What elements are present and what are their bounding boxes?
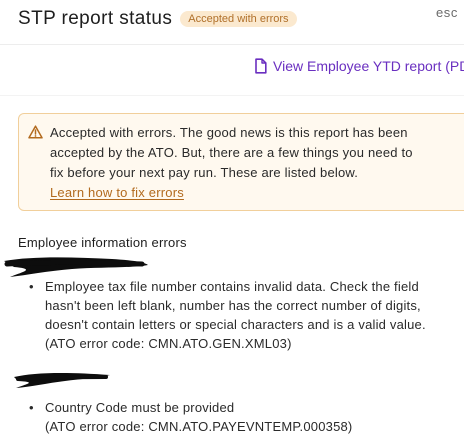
page-title: STP report status [18, 8, 173, 29]
header: STP report status Accepted with errors [18, 6, 464, 32]
alert-message: Accepted with errors. The good news is t… [50, 123, 464, 203]
alert-line: Accepted with errors. The good news is t… [50, 125, 408, 140]
bullet: • [29, 279, 34, 294]
employee-information-errors-heading: Employee information errors [18, 235, 187, 250]
learn-how-to-fix-errors-link[interactable]: Learn how to fix errors [50, 183, 184, 203]
alert-line: accepted by the ATO. But, there are a fe… [50, 145, 413, 160]
error-line: Country Code must be provided [45, 400, 235, 415]
esc-close-button[interactable]: esc [436, 5, 458, 20]
ytd-report-label: View Employee YTD report (PD [273, 58, 464, 74]
error-text: Employee tax file number contains invali… [45, 277, 464, 353]
redacted-employee-name [14, 372, 110, 388]
section-divider [0, 95, 464, 96]
document-icon [255, 58, 267, 74]
alert-line: fix before your next pay run. These are … [50, 165, 359, 180]
warning-icon [28, 125, 43, 139]
error-line: doesn't contain letters or special chara… [45, 317, 426, 332]
error-code: (ATO error code: CMN.ATO.PAYEVNTEMP.0003… [45, 419, 353, 434]
error-line: Employee tax file number contains invali… [45, 279, 419, 294]
error-line: hasn't been left blank, number has the c… [45, 298, 421, 313]
accepted-with-errors-alert: Accepted with errors. The good news is t… [18, 113, 464, 211]
header-divider [0, 44, 464, 45]
stp-report-status-panel: STP report status Accepted with errors e… [0, 0, 464, 445]
bullet: • [29, 400, 34, 415]
view-employee-ytd-report-link[interactable]: View Employee YTD report (PD [254, 58, 464, 74]
error-text: Country Code must be provided (ATO error… [45, 398, 464, 436]
error-code: (ATO error code: CMN.ATO.GEN.XML03) [45, 336, 292, 351]
status-badge: Accepted with errors [180, 11, 297, 27]
